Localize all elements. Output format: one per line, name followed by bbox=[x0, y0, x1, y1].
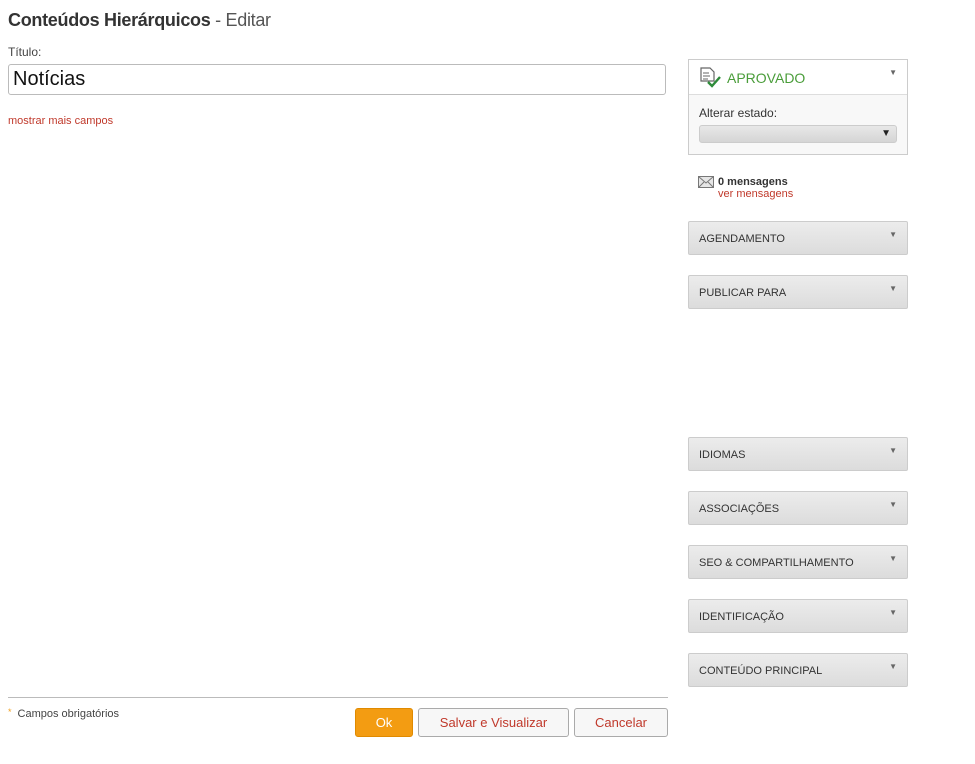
panel-conteudo-principal[interactable]: CONTEÚDO PRINCIPAL ▼ bbox=[688, 653, 908, 687]
chevron-down-icon: ▼ bbox=[889, 608, 897, 617]
change-status-label: Alterar estado: bbox=[699, 106, 778, 120]
workflow-status-label: APROVADO bbox=[727, 70, 806, 86]
page-title-suffix: - Editar bbox=[210, 10, 271, 30]
chevron-down-icon: ▼ bbox=[889, 554, 897, 563]
panel-associacoes-label: ASSOCIAÇÕES bbox=[699, 503, 780, 515]
approved-document-icon bbox=[700, 67, 721, 88]
panel-seo[interactable]: SEO & COMPARTILHAMENTO ▼ bbox=[688, 545, 908, 579]
panel-agendamento-label: AGENDAMENTO bbox=[699, 233, 785, 245]
title-field-label: Título: bbox=[8, 45, 42, 59]
chevron-down-icon: ▼ bbox=[889, 230, 897, 239]
view-messages-link[interactable]: ver mensagens bbox=[718, 188, 793, 200]
chevron-down-icon: ▼ bbox=[889, 446, 897, 455]
page-title-main: Conteúdos Hierárquicos bbox=[8, 10, 211, 30]
title-input[interactable] bbox=[8, 64, 666, 95]
panel-publicar-para-label: PUBLICAR PARA bbox=[699, 287, 787, 299]
cancel-button[interactable]: Cancelar bbox=[574, 708, 668, 737]
save-and-view-button[interactable]: Salvar e Visualizar bbox=[418, 708, 569, 737]
footer-divider bbox=[8, 697, 668, 698]
panel-identificacao-label: IDENTIFICAÇÃO bbox=[699, 611, 784, 623]
show-more-fields-link[interactable]: mostrar mais campos bbox=[8, 115, 113, 127]
panel-idiomas-label: IDIOMAS bbox=[699, 449, 746, 461]
chevron-down-icon: ▼ bbox=[889, 662, 897, 671]
required-fields-text: Campos obrigatórios bbox=[17, 708, 120, 720]
envelope-icon bbox=[698, 176, 714, 188]
chevron-down-icon: ▼ bbox=[889, 500, 897, 509]
chevron-down-icon[interactable]: ▼ bbox=[889, 68, 897, 77]
required-star-icon: * bbox=[8, 707, 12, 717]
panel-identificacao[interactable]: IDENTIFICAÇÃO ▼ bbox=[688, 599, 908, 633]
ok-button[interactable]: Ok bbox=[355, 708, 413, 737]
change-status-select[interactable]: ▼ bbox=[699, 125, 897, 143]
page-title: Conteúdos Hierárquicos - Editar bbox=[8, 10, 271, 31]
panel-associacoes[interactable]: ASSOCIAÇÕES ▼ bbox=[688, 491, 908, 525]
message-count: 0 mensagens bbox=[718, 176, 788, 188]
panel-conteudo-principal-label: CONTEÚDO PRINCIPAL bbox=[699, 665, 823, 677]
workflow-status-panel: APROVADO ▼ Alterar estado: ▼ bbox=[688, 59, 908, 155]
panel-seo-label: SEO & COMPARTILHAMENTO bbox=[699, 557, 854, 569]
panel-publicar-para[interactable]: PUBLICAR PARA ▼ bbox=[688, 275, 908, 309]
panel-idiomas[interactable]: IDIOMAS ▼ bbox=[688, 437, 908, 471]
required-fields-note: * Campos obrigatórios bbox=[8, 707, 120, 720]
select-caret-icon: ▼ bbox=[881, 128, 891, 139]
workflow-status-header[interactable]: APROVADO ▼ bbox=[689, 60, 907, 95]
chevron-down-icon: ▼ bbox=[889, 284, 897, 293]
panel-agendamento[interactable]: AGENDAMENTO ▼ bbox=[688, 221, 908, 255]
